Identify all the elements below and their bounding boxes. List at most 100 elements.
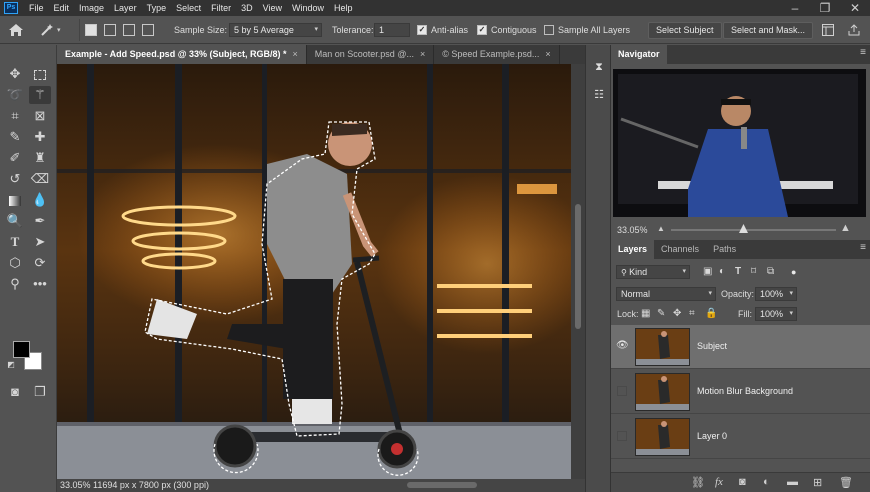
frame-tool[interactable]: ⊠ — [29, 107, 51, 125]
restore-button[interactable]: ❐ — [810, 0, 840, 16]
filter-toggle-icon[interactable]: ● — [791, 267, 796, 277]
close-tab-icon[interactable]: × — [293, 49, 298, 59]
navigator-zoom-value[interactable]: 33.05% — [617, 225, 648, 235]
gradient-tool[interactable] — [4, 191, 26, 209]
new-selection-button[interactable] — [85, 16, 97, 44]
menu-window[interactable]: Window — [287, 3, 329, 13]
close-tab-icon[interactable]: × — [545, 49, 550, 59]
menu-type[interactable]: Type — [142, 3, 172, 13]
filter-shape-icon[interactable]: ⌑ — [751, 266, 756, 277]
menu-help[interactable]: Help — [329, 3, 358, 13]
close-window-button[interactable]: ✕ — [840, 0, 870, 16]
new-layer-icon[interactable]: ⊞ — [813, 476, 822, 489]
share-button[interactable] — [848, 16, 860, 44]
lock-transparent-icon[interactable]: ▦ — [641, 308, 650, 319]
hidden-eye-box[interactable] — [617, 431, 627, 441]
panel-menu-icon[interactable]: ≡ — [860, 47, 866, 58]
menu-3d[interactable]: 3D — [236, 3, 258, 13]
mountain-small-icon[interactable]: ▲ — [657, 224, 665, 233]
opacity-input[interactable]: 100% ▾ — [755, 286, 797, 301]
home-button[interactable] — [8, 16, 24, 44]
fill-input[interactable]: 100% ▾ — [755, 306, 797, 321]
tab-man-on-scooter[interactable]: Man on Scooter.psd @... × — [307, 45, 435, 64]
menu-view[interactable]: View — [258, 3, 287, 13]
tab-paths[interactable]: Paths — [706, 240, 743, 259]
menu-image[interactable]: Image — [74, 3, 109, 13]
sample-size-select[interactable]: 5 by 5 Average ▾ — [229, 23, 322, 37]
tab-example-add-speed[interactable]: Example - Add Speed.psd @ 33% (Subject, … — [57, 45, 307, 64]
horizontal-scroll-thumb[interactable] — [407, 482, 477, 488]
navigator-title[interactable]: Navigator — [611, 45, 667, 64]
layer-name[interactable]: Motion Blur Background — [697, 386, 793, 396]
lasso-tool[interactable]: ➰ — [4, 86, 26, 104]
clone-stamp-tool[interactable]: ♜ — [29, 149, 51, 167]
add-selection-button[interactable] — [104, 16, 116, 44]
blur-tool[interactable]: 💧 — [29, 191, 51, 209]
layer-style-icon[interactable]: fx — [715, 476, 723, 488]
blend-mode-select[interactable]: Normal ▾ — [616, 286, 716, 301]
menu-layer[interactable]: Layer — [109, 3, 142, 13]
minimize-button[interactable]: – — [780, 0, 810, 16]
zoom-slider-track[interactable] — [671, 229, 836, 231]
menu-file[interactable]: File — [24, 3, 49, 13]
marquee-tool[interactable] — [29, 65, 51, 83]
layout-button[interactable] — [822, 16, 834, 44]
adjustment-layer-icon[interactable]: ◐ — [763, 476, 770, 488]
select-and-mask-button[interactable]: Select and Mask... — [723, 21, 814, 39]
filter-type-icon[interactable]: T — [735, 266, 741, 277]
history-brush-tool[interactable]: ↺ — [4, 170, 26, 188]
foreground-color-swatch[interactable] — [13, 341, 30, 358]
hidden-eye-box[interactable] — [617, 386, 627, 396]
filter-smart-object-icon[interactable]: ⧉ — [767, 266, 774, 277]
properties-panel-button[interactable]: ☷ — [591, 87, 607, 103]
path-selection-tool[interactable]: ➤ — [29, 233, 51, 251]
layer-row-layer-0[interactable]: Layer 0 — [611, 415, 870, 459]
select-subject-button[interactable]: Select Subject — [648, 21, 722, 39]
crop-tool[interactable]: ⌗ — [4, 107, 26, 125]
vertical-scrollbar[interactable] — [571, 64, 585, 479]
document-canvas[interactable] — [57, 64, 571, 479]
lock-pixels-icon[interactable]: ✎ — [657, 308, 665, 319]
pen-tool[interactable]: ✒ — [29, 212, 51, 230]
filter-adjustment-icon[interactable]: ◐ — [719, 266, 725, 277]
eye-icon[interactable]: 👁 — [616, 340, 629, 352]
subtract-selection-button[interactable] — [123, 16, 135, 44]
tool-preset-picker[interactable]: ▾ — [40, 16, 61, 44]
tab-channels[interactable]: Channels — [654, 240, 706, 259]
scroll-thumb[interactable] — [575, 204, 581, 329]
intersect-selection-button[interactable] — [142, 16, 154, 44]
menu-filter[interactable]: Filter — [206, 3, 236, 13]
navigator-preview[interactable] — [613, 69, 866, 217]
more-tools-button[interactable]: ••• — [29, 275, 51, 293]
quick-mask-button[interactable]: ◙ — [4, 383, 26, 401]
contiguous-checkbox[interactable]: ✓ Contiguous — [477, 16, 537, 44]
sample-all-layers-checkbox[interactable]: Sample All Layers — [544, 16, 630, 44]
close-tab-icon[interactable]: × — [420, 49, 425, 59]
shape-tool[interactable]: ⬡ — [4, 254, 26, 272]
lock-all-icon[interactable]: 🔒 — [705, 308, 717, 319]
mountain-large-icon[interactable]: ▲ — [840, 222, 851, 234]
default-colors-button[interactable]: ◩ — [6, 360, 16, 370]
rotate-view-tool[interactable]: ⟳ — [29, 254, 51, 272]
anti-alias-checkbox[interactable]: ✓ Anti-alias — [417, 16, 468, 44]
panel-menu-icon[interactable]: ≡ — [860, 242, 866, 253]
screen-mode-button[interactable]: ❐ — [29, 383, 51, 401]
layer-row-motion-blur-background[interactable]: Motion Blur Background — [611, 370, 870, 414]
layer-name[interactable]: Subject — [697, 341, 727, 351]
lock-position-icon[interactable]: ✥ — [673, 308, 681, 319]
brush-tool[interactable]: ✐ — [4, 149, 26, 167]
filter-pixel-icon[interactable]: ▣ — [703, 266, 712, 277]
new-group-icon[interactable]: ▬ — [787, 476, 798, 488]
tab-layers[interactable]: Layers — [611, 240, 655, 259]
zoom-tool[interactable]: ⚲ — [4, 275, 26, 293]
menu-edit[interactable]: Edit — [49, 3, 75, 13]
link-layers-icon[interactable]: ⛓ — [691, 476, 705, 489]
filter-kind-select[interactable]: ⚲ Kind ▾ — [616, 264, 690, 279]
lock-artboard-icon[interactable]: ⌗ — [689, 308, 695, 319]
add-mask-icon[interactable]: ◙ — [739, 476, 746, 488]
eyedropper-tool[interactable]: ✎ — [4, 128, 26, 146]
tolerance-input[interactable]: 1 — [374, 23, 410, 37]
healing-brush-tool[interactable]: ✚ — [29, 128, 51, 146]
trash-icon[interactable]: 🗑 — [839, 476, 853, 489]
canvas-area[interactable] — [57, 64, 585, 479]
